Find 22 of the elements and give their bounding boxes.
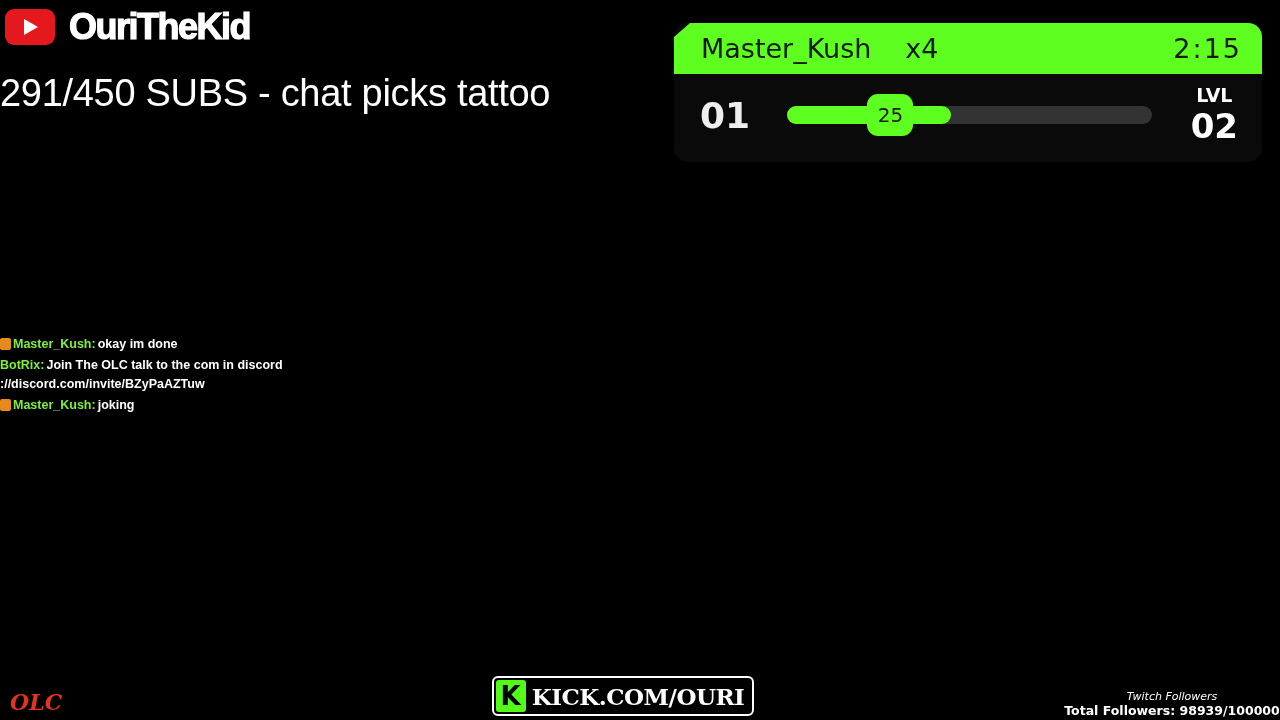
combo-username: Master_Kush [701, 33, 872, 64]
chat-username: Master_Kush: [13, 398, 96, 412]
chat-message: Join The OLC talk to the com in discord [46, 358, 283, 372]
brand-logo: OLC [10, 689, 64, 715]
chat-message: okay im done [97, 337, 178, 351]
sub-goal-text: 291/450 SUBS - chat picks tattoo [0, 72, 551, 115]
combo-count: 01 [700, 94, 752, 136]
progress-value: 25 [867, 94, 914, 136]
level-label: LVL [1196, 84, 1233, 106]
combo-multiplier: x4 [905, 33, 939, 64]
followers-total: Total Followers: 98939/100000 [1064, 703, 1280, 718]
chat-username: BotRix: [0, 358, 45, 372]
kick-logo: K [495, 680, 526, 712]
chat-message: joking [97, 398, 135, 412]
kick-url: KICK.COM/OURI [531, 682, 745, 710]
chat-message: ://discord.com/invite/BZyPaAZTuw [0, 377, 205, 391]
channel-name: OuriTheKid [69, 6, 250, 48]
level-value: 02 [1190, 106, 1238, 146]
video-logo-icon [5, 9, 55, 45]
chat-username: Master_Kush: [13, 337, 96, 351]
followers-label: Twitch Followers [1126, 690, 1218, 703]
combo-timer: 2:15 [1173, 33, 1242, 64]
